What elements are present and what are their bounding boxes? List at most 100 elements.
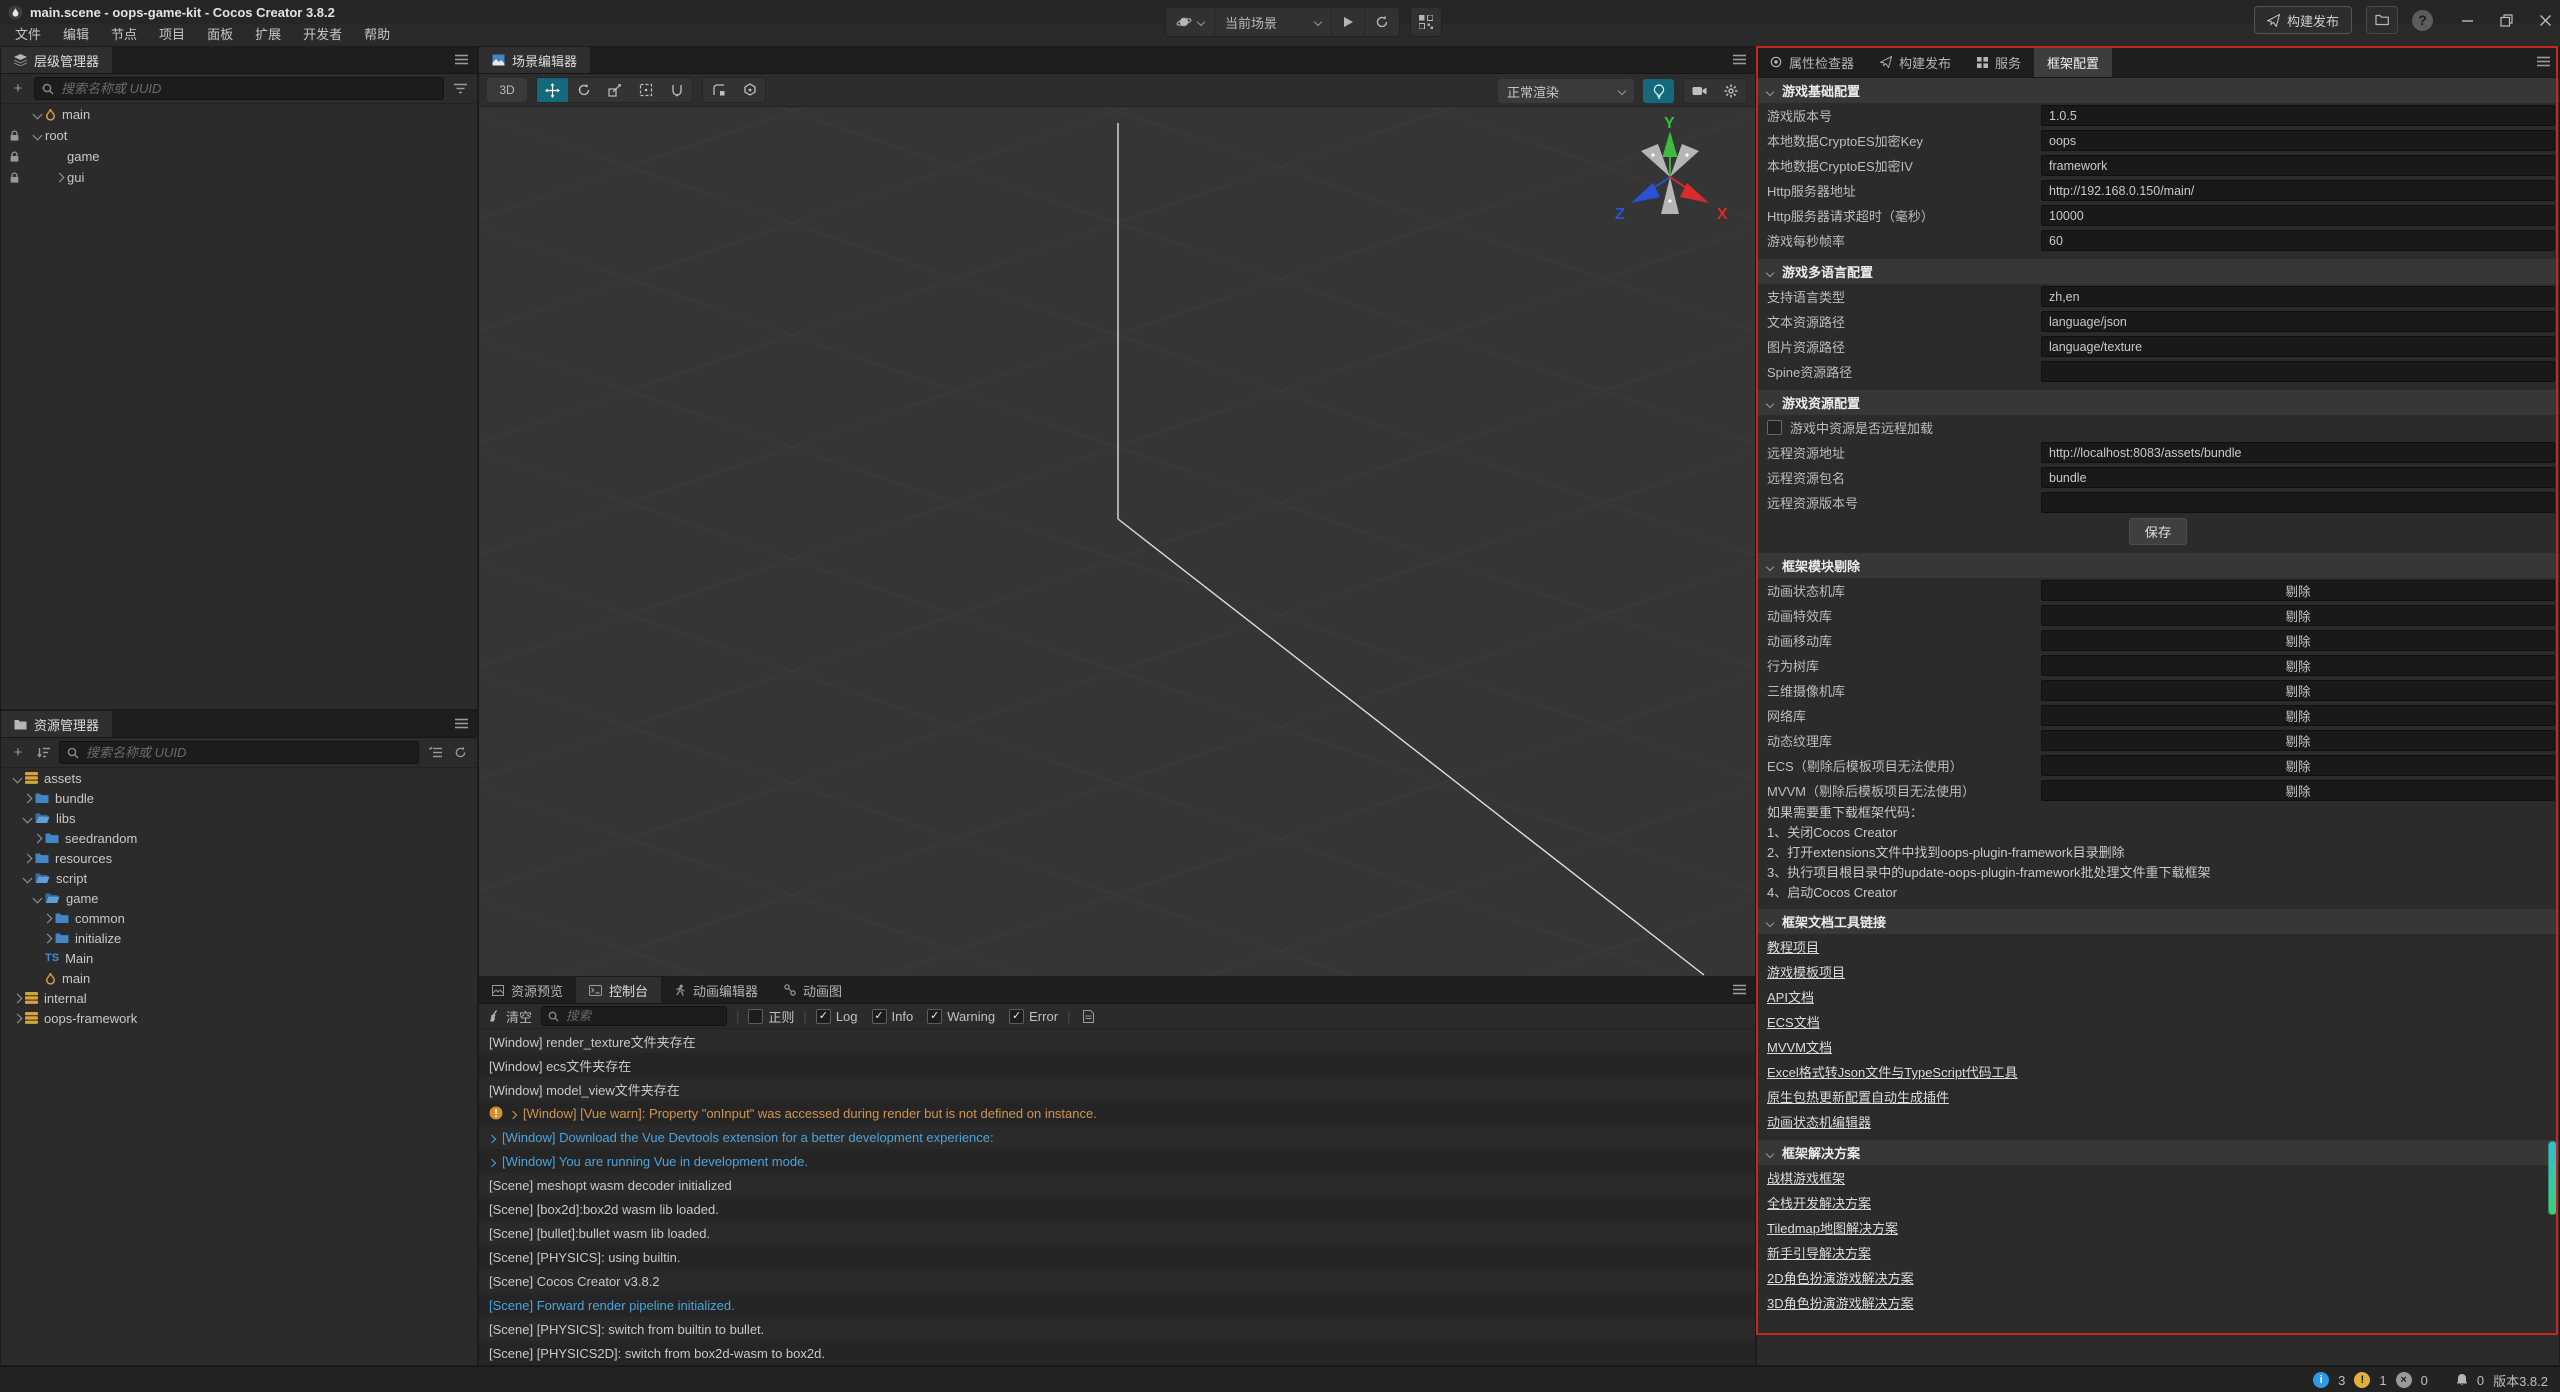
tab-inspector[interactable]: 属性检查器 xyxy=(1757,47,1867,77)
hierarchy-node[interactable]: gui xyxy=(1,167,477,188)
doc-link[interactable]: 3D角色扮演游戏解决方案 xyxy=(1767,1293,1914,1312)
tree-chevron-icon[interactable] xyxy=(19,795,35,802)
log-expand-icon[interactable] xyxy=(489,1130,495,1145)
filter-error-checkbox[interactable]: ✓Error xyxy=(1009,1009,1058,1024)
gizmo-2d-tool-button[interactable] xyxy=(661,78,692,102)
log-row[interactable]: [Scene] [PHYSICS2D]: switch from box2d-w… xyxy=(479,1341,1755,1365)
remove-module-button[interactable]: 剔除 xyxy=(2041,705,2555,726)
scene-menu-icon[interactable] xyxy=(1733,54,1746,65)
asset-node[interactable]: seedrandom xyxy=(1,828,477,848)
property-input[interactable] xyxy=(2041,336,2555,357)
lighting-toggle-button[interactable] xyxy=(1643,79,1674,103)
asset-node[interactable]: script xyxy=(1,868,477,888)
doc-link[interactable]: MVVM文档 xyxy=(1767,1037,1832,1056)
doc-link[interactable]: 游戏模板项目 xyxy=(1767,962,1845,981)
hierarchy-node[interactable]: root xyxy=(1,125,477,146)
log-row[interactable]: [Window] Download the Vue Devtools exten… xyxy=(479,1125,1755,1149)
log-row[interactable]: [Scene] [bullet]:bullet wasm lib loaded. xyxy=(479,1221,1755,1245)
asset-node[interactable]: internal xyxy=(1,988,477,1008)
gizmo-y-label[interactable]: Y xyxy=(1664,115,1675,132)
property-input[interactable] xyxy=(2041,361,2555,382)
scene-viewport[interactable]: Y Z X xyxy=(479,107,1755,977)
tab-anim-editor[interactable]: 动画编辑器 xyxy=(661,977,771,1003)
create-node-button[interactable]: + xyxy=(9,80,27,98)
doc-link[interactable]: 新手引导解决方案 xyxy=(1767,1243,1871,1262)
create-asset-button[interactable]: + xyxy=(9,744,27,762)
tree-chevron-icon[interactable] xyxy=(19,875,35,882)
section-header[interactable]: 游戏多语言配置 xyxy=(1757,259,2559,284)
asset-node[interactable]: main xyxy=(1,968,477,988)
section-header[interactable]: 游戏资源配置 xyxy=(1757,390,2559,415)
assets-search-input[interactable] xyxy=(84,744,411,761)
move-tool-button[interactable] xyxy=(537,78,568,102)
property-input[interactable] xyxy=(2041,442,2555,463)
inspector-menu-icon[interactable] xyxy=(2537,56,2550,67)
projection-3d-button[interactable]: 3D xyxy=(487,78,527,102)
console-menu-icon[interactable] xyxy=(1733,984,1746,995)
remove-module-button[interactable]: 剔除 xyxy=(2041,780,2555,801)
menu-item[interactable]: 编辑 xyxy=(52,24,100,46)
log-row[interactable]: [Window] model_view文件夹存在 xyxy=(479,1077,1755,1101)
tree-chevron-icon[interactable] xyxy=(29,895,45,902)
bell-icon[interactable] xyxy=(2456,1373,2468,1387)
tree-chevron-icon[interactable] xyxy=(29,132,45,139)
log-row[interactable]: [Scene] Cocos Creator v3.8.2 xyxy=(479,1269,1755,1293)
inspector-scrollbar-thumb[interactable] xyxy=(2548,1141,2557,1215)
asset-node[interactable]: common xyxy=(1,908,477,928)
property-input[interactable] xyxy=(2041,205,2555,226)
property-input[interactable] xyxy=(2041,130,2555,151)
assets-search[interactable] xyxy=(59,741,419,764)
section-header[interactable]: 框架文档工具链接 xyxy=(1757,909,2559,934)
asset-node[interactable]: oops-framework xyxy=(1,1008,477,1028)
log-row[interactable]: [Scene] [PHYSICS]: using builtin. xyxy=(479,1245,1755,1269)
collab-mode-button[interactable] xyxy=(734,78,765,102)
scale-tool-button[interactable] xyxy=(599,78,630,102)
property-input[interactable] xyxy=(2041,230,2555,251)
doc-link[interactable]: 战棋游戏框架 xyxy=(1767,1168,1845,1187)
refresh-assets-icon[interactable] xyxy=(451,744,469,762)
snap-settings-button[interactable] xyxy=(703,78,734,102)
preview-qr-button[interactable] xyxy=(1410,7,1442,37)
checkbox-box[interactable]: ✓ xyxy=(927,1009,942,1024)
filter-info-checkbox[interactable]: ✓Info xyxy=(872,1009,914,1024)
tab-framework[interactable]: 框架配置 xyxy=(2034,47,2112,77)
tree-chevron-icon[interactable] xyxy=(51,174,67,181)
log-expand-icon[interactable] xyxy=(489,1154,495,1169)
play-button[interactable] xyxy=(1332,8,1365,36)
section-header[interactable]: 框架解决方案 xyxy=(1757,1140,2559,1165)
tree-chevron-icon[interactable] xyxy=(9,995,25,1002)
property-input[interactable] xyxy=(2041,286,2555,307)
remove-module-button[interactable]: 剔除 xyxy=(2041,730,2555,751)
console-search-input[interactable] xyxy=(564,1008,720,1024)
tree-chevron-icon[interactable] xyxy=(19,855,35,862)
doc-link[interactable]: 全栈开发解决方案 xyxy=(1767,1193,1871,1212)
log-row[interactable]: [Window] ecs文件夹存在 xyxy=(479,1053,1755,1077)
log-row[interactable]: [Scene] Forward render pipeline initiali… xyxy=(479,1293,1755,1317)
log-row[interactable]: [Scene] [box2d]:box2d wasm lib loaded. xyxy=(479,1197,1755,1221)
hierarchy-menu-icon[interactable] xyxy=(455,54,468,65)
error-count-icon[interactable]: × xyxy=(2396,1372,2412,1388)
filter-log-checkbox[interactable]: ✓Log xyxy=(816,1009,858,1024)
remove-module-button[interactable]: 剔除 xyxy=(2041,680,2555,701)
rotate-tool-button[interactable] xyxy=(568,78,599,102)
tree-chevron-icon[interactable] xyxy=(39,935,55,942)
clear-console-button[interactable]: 清空 xyxy=(489,1007,532,1026)
save-button[interactable]: 保存 xyxy=(2129,518,2188,545)
console-search[interactable] xyxy=(541,1006,727,1026)
menu-item[interactable]: 面板 xyxy=(196,24,244,46)
asset-node[interactable]: assets xyxy=(1,768,477,788)
hierarchy-search[interactable] xyxy=(34,77,444,100)
log-row[interactable]: [Window] [Vue warn]: Property "onInput" … xyxy=(479,1101,1755,1125)
tab-assets[interactable]: 资源管理器 xyxy=(1,711,112,737)
remove-module-button[interactable]: 剔除 xyxy=(2041,655,2555,676)
tab-hierarchy[interactable]: 层级管理器 xyxy=(1,47,112,73)
asset-node[interactable]: resources xyxy=(1,848,477,868)
checkbox-box[interactable]: ✓ xyxy=(816,1009,831,1024)
render-mode-select[interactable]: 正常渲染 xyxy=(1498,79,1634,103)
checkbox-box[interactable]: ✓ xyxy=(1009,1009,1024,1024)
remove-module-button[interactable]: 剔除 xyxy=(2041,605,2555,626)
doc-link[interactable]: 原生包热更新配置自动生成插件 xyxy=(1767,1087,1949,1106)
doc-link[interactable]: 2D角色扮演游戏解决方案 xyxy=(1767,1268,1914,1287)
checkbox-box[interactable]: ✓ xyxy=(872,1009,887,1024)
assets-menu-icon[interactable] xyxy=(455,718,468,729)
